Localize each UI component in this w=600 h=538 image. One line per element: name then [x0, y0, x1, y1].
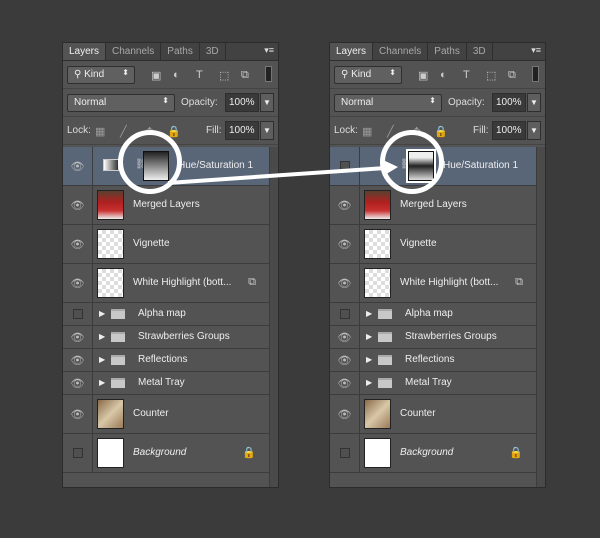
arrow-annotation [167, 159, 398, 185]
